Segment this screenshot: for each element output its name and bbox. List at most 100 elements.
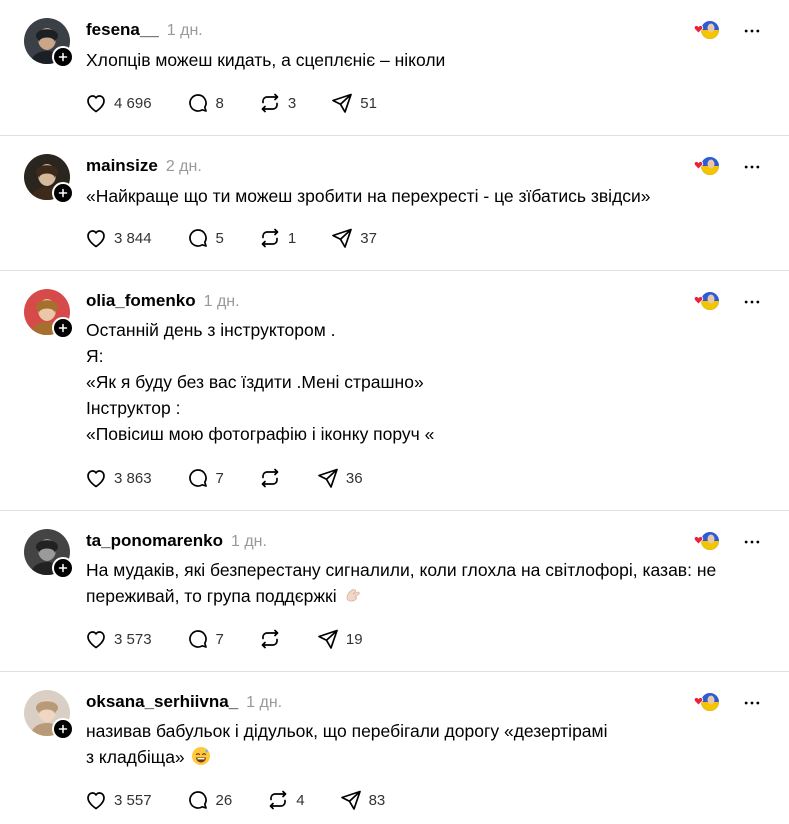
more-options-button[interactable] <box>741 20 763 42</box>
post-text: На мудаків, які безперестану сигналили, … <box>86 557 729 612</box>
liked-by-avatar-heart-icon[interactable] <box>691 290 721 314</box>
share-count: 36 <box>345 469 363 487</box>
share-button[interactable]: 83 <box>339 788 386 812</box>
repost-icon <box>266 788 290 812</box>
post-text: Останній день з інструктором . Я: «Як я бу… <box>86 317 729 447</box>
more-options-button[interactable] <box>741 531 763 553</box>
post[interactable]: olia_fomenko 1 дн. Останній день з інстру… <box>0 271 789 511</box>
follow-plus-button[interactable] <box>52 718 74 740</box>
like-button[interactable]: 3 557 <box>84 788 152 812</box>
reply-button[interactable]: 26 <box>186 788 233 812</box>
avatar-container[interactable] <box>24 18 74 68</box>
share-button[interactable]: 37 <box>330 226 377 250</box>
more-horizontal-icon <box>742 21 762 41</box>
share-button[interactable]: 19 <box>316 627 363 651</box>
post-timestamp[interactable]: 2 дн. <box>166 156 202 178</box>
like-count: 4 696 <box>114 94 152 112</box>
post-actions: 3 557 26 4 83 <box>84 787 419 813</box>
avatar-container[interactable] <box>24 529 74 579</box>
repost-button[interactable]: 3 <box>258 91 296 115</box>
repost-button[interactable] <box>258 466 282 490</box>
repost-button[interactable]: 1 <box>258 226 296 250</box>
more-horizontal-icon <box>742 157 762 177</box>
post-header: oksana_serhiivna_ 1 дн. <box>86 691 282 714</box>
post-text-line: Останній день з інструктором . <box>86 317 729 343</box>
more-options-button[interactable] <box>741 291 763 313</box>
like-count: 3 863 <box>114 469 152 487</box>
post[interactable]: mainsize 2 дн. «Найкраще що ти можеш зроб… <box>0 136 789 271</box>
send-icon <box>339 788 363 812</box>
repost-icon <box>258 466 282 490</box>
post-top-right-controls <box>691 691 763 715</box>
post-timestamp[interactable]: 1 дн. <box>167 20 203 42</box>
share-button[interactable]: 51 <box>330 91 377 115</box>
post[interactable]: ta_ponomarenko 1 дн. На мудаків, які безп… <box>0 511 789 672</box>
post-actions: 4 696 8 3 51 <box>84 90 411 116</box>
avatar-container[interactable] <box>24 154 74 204</box>
more-options-button[interactable] <box>741 692 763 714</box>
post-text-content: називав бабульок і дідульок, що перебіга… <box>86 721 608 741</box>
avatar-container[interactable] <box>24 690 74 740</box>
post-top-right-controls <box>691 155 763 179</box>
post-text-line: Хлопців можеш кидать, а сцеплєніє – ніко… <box>86 47 729 73</box>
send-icon <box>330 91 354 115</box>
reply-count: 7 <box>215 630 224 648</box>
follow-plus-button[interactable] <box>52 182 74 204</box>
share-button[interactable]: 36 <box>316 466 363 490</box>
like-button[interactable]: 3 844 <box>84 226 152 250</box>
like-button[interactable]: 3 863 <box>84 466 152 490</box>
post-top-right-controls <box>691 530 763 554</box>
heart-icon <box>84 226 108 250</box>
plus-icon <box>56 561 70 575</box>
reply-icon <box>186 627 210 651</box>
username-link[interactable]: ta_ponomarenko <box>86 530 223 552</box>
post-text-content: Останній день з інструктором . <box>86 320 336 340</box>
follow-plus-button[interactable] <box>52 317 74 339</box>
username-link[interactable]: mainsize <box>86 155 158 177</box>
repost-button[interactable] <box>258 627 282 651</box>
reply-icon <box>186 91 210 115</box>
reply-count: 26 <box>215 791 233 809</box>
follow-plus-button[interactable] <box>52 46 74 68</box>
share-count: 83 <box>368 791 386 809</box>
reply-button[interactable]: 7 <box>186 466 224 490</box>
post-text-line: «Як я буду без вас їздити .Мені страшно» <box>86 369 729 395</box>
post-header: fesena__ 1 дн. <box>86 19 203 42</box>
like-button[interactable]: 3 573 <box>84 627 152 651</box>
post-timestamp[interactable]: 1 дн. <box>231 531 267 553</box>
plus-icon <box>56 722 70 736</box>
username-link[interactable]: oksana_serhiivna_ <box>86 691 238 713</box>
post[interactable]: oksana_serhiivna_ 1 дн. називав бабульок … <box>0 672 789 824</box>
reply-count: 5 <box>215 229 224 247</box>
username-link[interactable]: fesena__ <box>86 19 159 41</box>
post[interactable]: fesena__ 1 дн. Хлопців можеш кидать, а сц… <box>0 0 789 136</box>
post-timestamp[interactable]: 1 дн. <box>246 692 282 714</box>
post-text-line: з кладбіща» <box>86 744 729 773</box>
reply-button[interactable]: 8 <box>186 91 224 115</box>
liked-by-avatar-heart-icon[interactable] <box>691 19 721 43</box>
post-text-content: Інструктор : <box>86 398 181 418</box>
more-horizontal-icon <box>742 532 762 552</box>
liked-by-avatar-heart-icon[interactable] <box>691 530 721 554</box>
username-link[interactable]: olia_fomenko <box>86 290 196 312</box>
heart-icon <box>84 91 108 115</box>
more-options-button[interactable] <box>741 156 763 178</box>
liked-by-avatar-heart-icon[interactable] <box>691 691 721 715</box>
post-text-line: «Найкраще що ти можеш зробити на перехре… <box>86 183 729 209</box>
liked-by-avatar-heart-icon[interactable] <box>691 155 721 179</box>
reply-icon <box>186 788 210 812</box>
more-horizontal-icon <box>742 292 762 312</box>
post-text-content: «Найкраще що ти можеш зробити на перехре… <box>86 186 651 206</box>
reply-button[interactable]: 5 <box>186 226 224 250</box>
avatar-container[interactable] <box>24 289 74 339</box>
repost-button[interactable]: 4 <box>266 788 305 812</box>
post-header: mainsize 2 дн. <box>86 155 202 178</box>
post-timestamp[interactable]: 1 дн. <box>204 291 240 313</box>
reply-button[interactable]: 7 <box>186 627 224 651</box>
post-actions: 3 573 7 19 <box>84 626 397 652</box>
post-text-line: переживай, то група поддєржкі <box>86 583 729 612</box>
repost-count: 1 <box>287 229 297 247</box>
sweat-smile-emoji <box>191 746 211 773</box>
like-button[interactable]: 4 696 <box>84 91 152 115</box>
follow-plus-button[interactable] <box>52 557 74 579</box>
